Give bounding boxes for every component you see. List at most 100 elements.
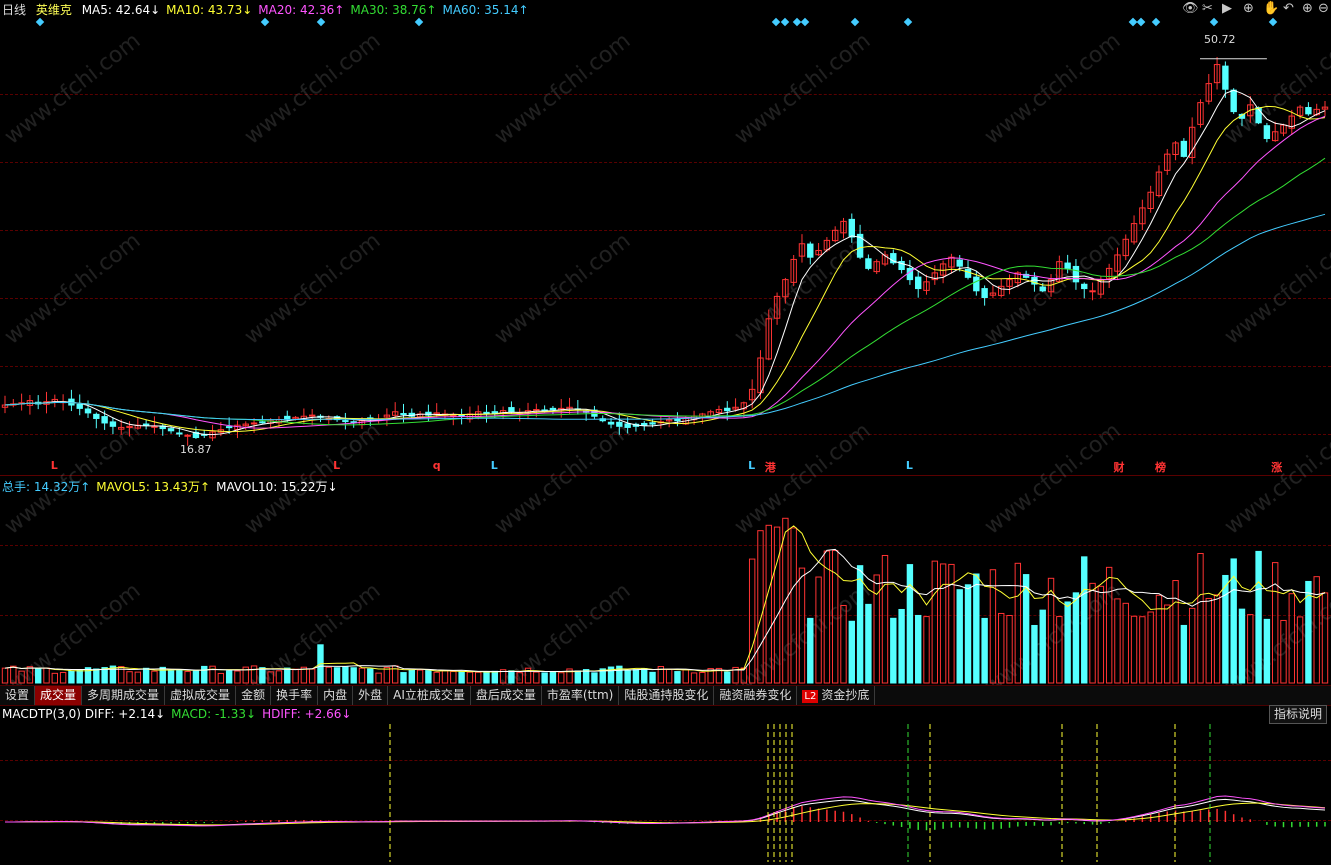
volume-bar [823, 550, 831, 684]
candle-body [549, 407, 557, 411]
volume-bar [1280, 619, 1287, 684]
crosshair-icon[interactable]: ⊕ [1243, 1, 1254, 16]
candle-body [308, 414, 316, 417]
tab-10[interactable]: 市盈率(ttm) [542, 686, 620, 705]
tab-7[interactable]: 外盘 [353, 686, 389, 705]
volume-bar [1105, 566, 1113, 684]
volume-bar [259, 667, 266, 684]
signal-marker[interactable]: 涨 [1271, 459, 1282, 475]
signal-diamond [792, 17, 802, 27]
candle-body [1180, 140, 1188, 157]
ma-line-MA30 [4, 157, 1326, 426]
scissors-icon[interactable]: ✂ [1202, 1, 1213, 16]
volume-bar [126, 671, 133, 684]
signal-marker[interactable]: 财 [1113, 459, 1124, 475]
zoom-in-icon[interactable]: ⊕ [1302, 1, 1313, 16]
volume-bar [923, 616, 930, 684]
volume-bar [425, 670, 432, 684]
volume-bar [491, 670, 499, 684]
candle-body [848, 218, 855, 238]
volume-bar [591, 672, 598, 684]
volume-bar [748, 558, 756, 684]
indicator-explain-button[interactable]: 指标说明 [1268, 705, 1327, 724]
tab-9[interactable]: 盘后成交量 [471, 686, 542, 705]
volume-bar [831, 550, 839, 684]
candle-body [1081, 283, 1088, 290]
volume-bar [1130, 615, 1138, 684]
tab-label: 资金抄底 [821, 688, 870, 702]
candle-body [624, 423, 631, 428]
indicator-tab-bar: 设置 成交量 多周期成交量 虚拟成交量 金额 换手率 内盘 外盘 AI立桩成交量 盘后成交量 市盈率… [0, 685, 1331, 706]
tab-0[interactable]: 设置 [0, 686, 36, 705]
volume-bar [956, 589, 963, 684]
tab-5[interactable]: 换手率 [271, 686, 319, 705]
signal-marker[interactable]: L [333, 459, 340, 472]
volume-bar [275, 670, 283, 684]
tab-4[interactable]: 金额 [236, 686, 272, 705]
candle-body [607, 421, 615, 425]
volume-bar [724, 671, 731, 684]
candle-body [1089, 290, 1096, 293]
candle-body [1305, 107, 1312, 115]
volume-bar [1255, 550, 1262, 684]
tab-12[interactable]: 融资融券变化 [714, 686, 798, 705]
volume-bar [1064, 601, 1071, 684]
tab-6[interactable]: 内盘 [318, 686, 354, 705]
volume-bar [333, 667, 341, 684]
signal-diamond [903, 17, 913, 27]
hand-icon[interactable]: ✋ [1263, 1, 1279, 16]
ma-line-MA20 [4, 115, 1326, 429]
eye-icon[interactable]: 👁 [1182, 1, 1199, 16]
signal-marker[interactable]: 港 [765, 459, 776, 475]
tab-11[interactable]: 陆股通持股变化 [619, 686, 715, 705]
volume-bar [856, 565, 864, 684]
play-icon[interactable]: ▶ [1222, 1, 1232, 16]
vol-legend-item-1: MAVOL5: 13.43万↑ [96, 480, 211, 494]
candle-body [225, 426, 233, 429]
signal-diamond [260, 17, 270, 27]
signal-diamond [780, 17, 790, 27]
tab-label: 陆股通持股变化 [624, 688, 709, 702]
ma-line-MA60 [4, 213, 1326, 421]
zoom-out-icon[interactable]: ⊖ [1318, 1, 1329, 16]
volume-bar [765, 524, 772, 684]
volume-bar [367, 668, 374, 684]
volume-bar [981, 617, 988, 684]
kline-chart[interactable] [0, 0, 1331, 865]
signal-marker[interactable]: L [491, 459, 498, 472]
volume-bar [1122, 602, 1129, 684]
signal-diamond [414, 17, 424, 27]
period-label[interactable]: 日线 [2, 3, 26, 17]
volume-bar [1263, 618, 1271, 684]
tab-2[interactable]: 多周期成交量 [82, 686, 166, 705]
volume-bar [475, 671, 482, 684]
volume-bar [1180, 624, 1188, 684]
signal-marker[interactable]: q [433, 459, 441, 472]
candle-body [259, 421, 266, 424]
undo-icon[interactable]: ↶ [1283, 1, 1294, 16]
volume-bar [1321, 592, 1329, 684]
volume-bar [68, 670, 75, 684]
volume-bar [1230, 558, 1237, 684]
mavol-line [4, 525, 1326, 673]
ma-legend-item-1: MA10: 43.73↓ [166, 3, 253, 17]
tab-1[interactable]: 成交量 [35, 686, 83, 705]
tab-13[interactable]: L2 资金抄底 [797, 686, 876, 705]
volume-bar [192, 670, 200, 684]
volume-bar [1222, 574, 1229, 684]
candle-body [649, 422, 656, 425]
signal-marker[interactable]: 榜 [1155, 459, 1166, 475]
candle-body [915, 276, 922, 290]
volume-bar [533, 671, 540, 684]
volume-bar [408, 669, 415, 684]
signal-marker[interactable]: L [906, 459, 913, 472]
tab-3[interactable]: 虚拟成交量 [165, 686, 237, 705]
volume-bar [375, 672, 382, 684]
signal-marker[interactable]: L [748, 459, 755, 472]
signal-marker[interactable]: L [51, 459, 58, 472]
tab-8[interactable]: AI立桩成交量 [388, 686, 471, 705]
signal-diamond [771, 17, 781, 27]
candle-body [151, 425, 158, 428]
ma-legend-item-4: MA60: 35.14↑ [442, 3, 529, 17]
volume-bar [848, 620, 855, 684]
